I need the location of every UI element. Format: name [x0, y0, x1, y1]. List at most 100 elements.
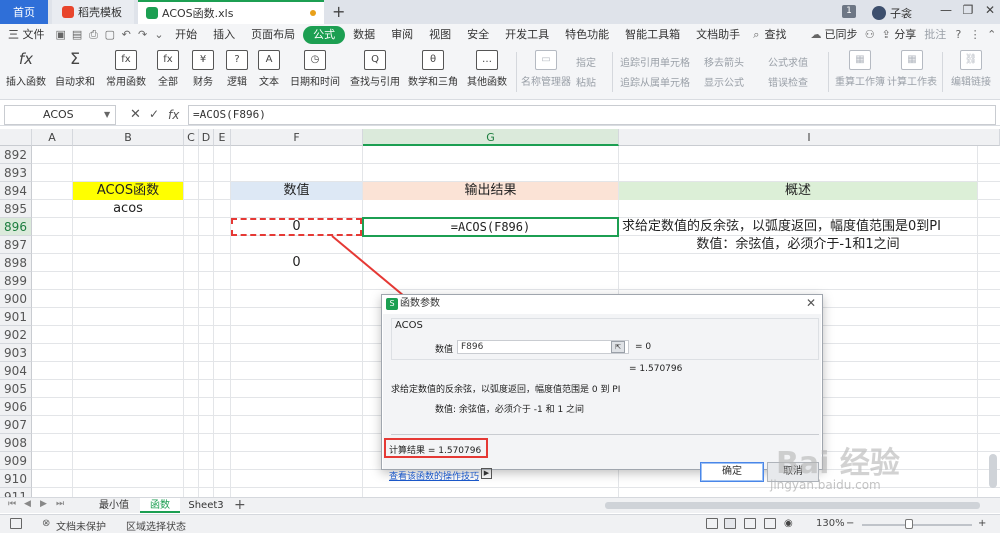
horizontal-scrollbar[interactable] — [605, 502, 980, 509]
first-sheet-icon[interactable]: ⏮ — [8, 499, 16, 509]
insert-function-button[interactable]: fx 插入函数 — [4, 50, 48, 88]
help-icon[interactable]: ? — [953, 28, 963, 42]
formula-input[interactable]: =ACOS(F896) — [188, 105, 996, 125]
menu-developer[interactable]: 开发工具 — [497, 26, 557, 44]
datetime-functions-button[interactable]: ◷ 日期和时间 — [286, 50, 344, 88]
minimize-icon[interactable]: — — [936, 3, 956, 17]
edit-links-button[interactable]: ⛓ 编辑链接 — [946, 50, 996, 88]
more-options-icon[interactable]: ⋮ — [970, 28, 981, 42]
collapse-dialog-icon[interactable]: ⇱ — [611, 341, 625, 353]
restore-icon[interactable]: ❐ — [958, 3, 978, 17]
menu-home[interactable]: 开始 — [167, 26, 205, 44]
fullscreen-icon[interactable] — [706, 518, 718, 529]
comment-button[interactable]: 批注 — [920, 26, 950, 44]
recalculate-workbook-button[interactable]: ▦ 重算工作簿 — [834, 50, 886, 88]
print-preview-icon[interactable]: ▢ — [105, 28, 115, 42]
sheet-tab-min[interactable]: 最小值 — [88, 498, 140, 513]
sheet-tab-functions[interactable]: 函数 — [140, 498, 180, 513]
zoom-slider[interactable] — [862, 524, 972, 526]
logical-functions-button[interactable]: ? 逻辑 — [220, 50, 254, 88]
ok-button[interactable]: 确定 — [700, 462, 764, 482]
tab-document[interactable]: ACOS函数.xls — [138, 0, 324, 24]
common-functions-button[interactable]: fx 常用函数 — [102, 50, 150, 88]
normal-view-icon[interactable] — [724, 518, 736, 529]
user-account[interactable]: 子衾 — [872, 5, 912, 21]
sheet-tab-sheet3[interactable]: Sheet3 — [182, 498, 230, 513]
search-icon[interactable]: ⌕ — [751, 28, 761, 42]
ribbon-divider — [828, 52, 829, 92]
search-button[interactable]: 查找 — [765, 26, 795, 44]
menu-special-features[interactable]: 特色功能 — [557, 26, 617, 44]
menu-data[interactable]: 数据 — [345, 26, 383, 44]
number-argument-input[interactable]: F896 — [457, 340, 629, 354]
all-functions-button[interactable]: fx 全部 — [152, 50, 184, 88]
menu-bar: 三 文件 ▣ ▤ ⎙ ▢ ↶ ↷ ⌄ 开始 插入 页面布局 公式 数据 审阅 视… — [0, 24, 1000, 46]
print-icon[interactable]: ⎙ — [88, 28, 98, 42]
trace-dependents-button[interactable]: 追踪从属单元格 — [620, 74, 690, 89]
window-count-badge[interactable]: 1 — [842, 5, 856, 18]
zoom-out-icon[interactable]: − — [846, 518, 854, 529]
prev-sheet-icon[interactable]: ◀ — [24, 499, 31, 509]
save-icon[interactable]: ▣ — [56, 28, 66, 42]
menu-smart-toolbox[interactable]: 智能工具箱 — [617, 26, 688, 44]
page-break-view-icon[interactable] — [764, 518, 776, 529]
zoom-in-icon[interactable]: + — [978, 518, 986, 529]
menu-formulas[interactable]: 公式 — [303, 26, 346, 44]
page-layout-view-icon[interactable] — [744, 518, 756, 529]
function-help-link[interactable]: 查看该函数的操作技巧 — [389, 469, 479, 482]
customize-quick-access-icon[interactable]: ⌄ — [154, 28, 164, 42]
last-sheet-icon[interactable]: ⏭ — [56, 499, 64, 509]
button-label: 全部 — [158, 77, 178, 88]
collapse-ribbon-icon[interactable]: ⌃ — [987, 28, 997, 42]
menu-security[interactable]: 安全 — [459, 26, 497, 44]
undo-icon[interactable]: ↶ — [121, 28, 131, 42]
file-menu[interactable]: 三 文件 — [0, 26, 53, 44]
new-tab-button[interactable]: + — [332, 2, 345, 21]
add-sheet-button[interactable]: + — [234, 497, 246, 513]
other-functions-button[interactable]: … 其他函数 — [462, 50, 512, 88]
function-book-icon: fx — [157, 50, 179, 70]
fx-icon[interactable]: fx — [168, 108, 179, 122]
eye-protection-icon[interactable]: ◉ — [784, 518, 793, 529]
math-functions-button[interactable]: θ 数学和三角 — [404, 50, 462, 88]
name-manager-button[interactable]: ▭ 名称管理器 — [520, 50, 572, 88]
tab-home[interactable]: 首页 — [0, 0, 48, 24]
redo-icon[interactable]: ↷ — [137, 28, 147, 42]
remove-arrows-button[interactable]: 移去箭头 — [704, 54, 744, 69]
close-icon[interactable]: ✕ — [806, 296, 816, 310]
paste-name-button[interactable]: 粘贴 — [576, 74, 596, 89]
financial-functions-button[interactable]: ¥ 财务 — [186, 50, 220, 88]
show-formulas-button[interactable]: 显示公式 — [704, 74, 744, 89]
close-icon[interactable]: ✕ — [980, 3, 1000, 17]
video-icon[interactable]: ▶ — [481, 468, 492, 479]
zoom-level[interactable]: 130% — [816, 518, 845, 529]
vertical-scrollbar[interactable] — [989, 454, 997, 488]
evaluate-formula-button[interactable]: 公式求值 — [768, 54, 808, 69]
lookup-functions-button[interactable]: Q 查找与引用 — [346, 50, 404, 88]
calculate-sheet-button[interactable]: ▦ 计算工作表 — [886, 50, 938, 88]
menu-view[interactable]: 视图 — [421, 26, 459, 44]
confirm-edit-icon[interactable]: ✓ — [149, 107, 159, 121]
menu-page-layout[interactable]: 页面布局 — [243, 26, 303, 44]
macro-record-icon[interactable] — [10, 518, 22, 529]
autosum-button[interactable]: Σ 自动求和 — [52, 50, 98, 89]
link-icon: ⛓ — [960, 50, 982, 70]
share-button[interactable]: 分享 — [894, 26, 920, 44]
error-checking-button[interactable]: 错误检查 — [768, 74, 808, 89]
protection-status[interactable]: 文档未保护 — [56, 518, 106, 533]
menu-doc-assistant[interactable]: 文档助手 — [688, 26, 748, 44]
text-functions-button[interactable]: A 文本 — [254, 50, 284, 88]
tab-docer-templates[interactable]: 稻壳模板 — [52, 0, 134, 24]
next-sheet-icon[interactable]: ▶ — [40, 499, 47, 509]
cancel-edit-icon[interactable]: ✕ — [130, 107, 141, 122]
trace-precedents-button[interactable]: 追踪引用单元格 — [620, 54, 690, 69]
name-box[interactable]: ACOS — [4, 105, 116, 125]
export-pdf-icon[interactable]: ▤ — [72, 28, 82, 42]
menu-insert[interactable]: 插入 — [205, 26, 243, 44]
specify-button[interactable]: 指定 — [576, 54, 596, 69]
collaborate-icon[interactable]: ⚇ — [865, 28, 875, 42]
menu-review[interactable]: 审阅 — [383, 26, 421, 44]
sync-status[interactable]: 已同步 — [825, 26, 862, 44]
zoom-slider-thumb[interactable] — [905, 519, 913, 529]
chevron-down-icon[interactable]: ▼ — [104, 110, 110, 119]
